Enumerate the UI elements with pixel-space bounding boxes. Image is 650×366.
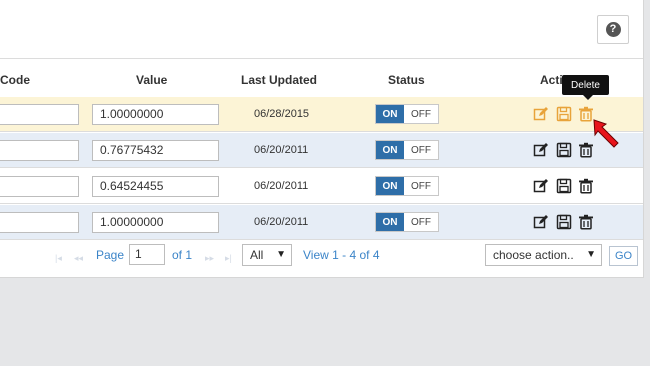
last-page-icon[interactable]: ▸| — [225, 253, 232, 264]
panel-toolbar: ? — [0, 0, 643, 59]
value-input[interactable]: 0.64524455 — [92, 176, 219, 197]
delete-icon[interactable] — [578, 214, 594, 230]
rows-per-page-select[interactable]: All ▼ — [242, 244, 292, 266]
first-page-icon[interactable]: |◂ — [55, 253, 62, 264]
table-row: 0.76775432 06/20/2011 ON OFF — [0, 133, 643, 168]
next-page-icon[interactable]: ▸▸ — [205, 253, 214, 264]
toggle-on-label[interactable]: ON — [376, 213, 404, 231]
status-toggle[interactable]: ON OFF — [375, 176, 439, 196]
code-input[interactable] — [0, 212, 79, 233]
value-input[interactable]: 1.00000000 — [92, 104, 219, 125]
delete-tooltip: Delete — [562, 75, 609, 100]
table-header: Code Value Last Updated Status Acti — [0, 59, 643, 98]
value-input[interactable]: 0.76775432 — [92, 140, 219, 161]
edit-icon[interactable] — [533, 142, 549, 158]
page-number-input[interactable]: 1 — [129, 244, 165, 265]
toggle-off-label[interactable]: OFF — [404, 105, 438, 123]
save-icon[interactable] — [556, 106, 572, 122]
toggle-off-label[interactable]: OFF — [404, 213, 438, 231]
edit-icon[interactable] — [533, 106, 549, 122]
last-updated-date: 06/20/2011 — [254, 180, 309, 192]
code-input[interactable] — [0, 176, 79, 197]
toggle-on-label[interactable]: ON — [376, 105, 404, 123]
edit-icon[interactable] — [533, 214, 549, 230]
toggle-off-label[interactable]: OFF — [404, 177, 438, 195]
bulk-action-value: choose action.. — [493, 248, 574, 262]
table-row: 1.00000000 06/20/2011 ON OFF — [0, 205, 643, 240]
pagination-bar: |◂ ◂◂ Page 1 of 1 ▸▸ ▸| All ▼ View 1 - 4… — [0, 241, 643, 277]
last-updated-date: 06/20/2011 — [254, 144, 309, 156]
toggle-on-label[interactable]: ON — [376, 177, 404, 195]
question-circle-icon: ? — [605, 22, 621, 37]
go-button[interactable]: GO — [609, 246, 638, 266]
code-input[interactable] — [0, 140, 79, 161]
prev-page-icon[interactable]: ◂◂ — [74, 253, 83, 264]
status-toggle[interactable]: ON OFF — [375, 212, 439, 232]
code-input[interactable] — [0, 104, 79, 125]
page-label: Page — [96, 248, 125, 262]
table-row: 1.00000000 06/28/2015 ON OFF — [0, 97, 643, 132]
chevron-down-icon: ▼ — [586, 249, 596, 260]
delete-icon[interactable] — [578, 178, 594, 194]
last-updated-date: 06/20/2011 — [254, 216, 309, 228]
save-icon[interactable] — [556, 142, 572, 158]
edit-icon[interactable] — [533, 178, 549, 194]
column-header-status[interactable]: Status — [388, 73, 425, 87]
content-panel: ? Code Value Last Updated Status Acti 1.… — [0, 0, 644, 278]
view-range-text: View 1 - 4 of 4 — [303, 248, 380, 262]
save-icon[interactable] — [556, 178, 572, 194]
column-header-last-updated[interactable]: Last Updated — [241, 73, 317, 87]
last-updated-date: 06/28/2015 — [254, 108, 310, 120]
column-header-actions: Acti — [540, 73, 563, 87]
rows-per-page-value: All — [250, 248, 264, 262]
chevron-down-icon: ▼ — [276, 249, 286, 260]
status-toggle[interactable]: ON OFF — [375, 104, 439, 124]
column-header-code[interactable]: Code — [0, 73, 30, 87]
table-row: 0.64524455 06/20/2011 ON OFF — [0, 169, 643, 204]
page-count-label: of 1 — [172, 248, 193, 262]
pointer-cursor-icon — [592, 118, 628, 157]
toggle-off-label[interactable]: OFF — [404, 141, 438, 159]
help-button[interactable]: ? — [597, 15, 629, 44]
value-input[interactable]: 1.00000000 — [92, 212, 219, 233]
toggle-on-label[interactable]: ON — [376, 141, 404, 159]
bulk-action-select[interactable]: choose action.. ▼ — [485, 244, 602, 266]
status-toggle[interactable]: ON OFF — [375, 140, 439, 160]
save-icon[interactable] — [556, 214, 572, 230]
column-header-value[interactable]: Value — [136, 73, 167, 87]
